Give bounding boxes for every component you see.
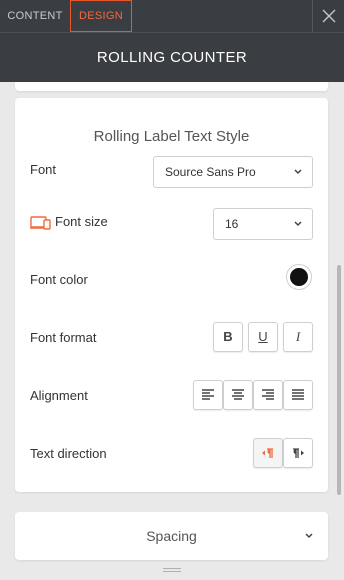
tab-design[interactable]: DESIGN bbox=[70, 0, 132, 32]
close-icon bbox=[322, 9, 336, 23]
align-left-icon bbox=[202, 389, 214, 400]
font-color-label: Font color bbox=[30, 272, 88, 287]
panel-header: ROLLING COUNTER bbox=[0, 32, 344, 82]
alignment-label: Alignment bbox=[30, 388, 88, 403]
chevron-down-icon bbox=[294, 221, 302, 227]
previous-section-card bbox=[15, 82, 328, 91]
chevron-down-icon bbox=[305, 533, 313, 539]
align-right-button[interactable] bbox=[253, 380, 283, 410]
align-left-button[interactable] bbox=[193, 380, 223, 410]
resize-handle-icon[interactable] bbox=[162, 567, 182, 573]
section-title: Rolling Label Text Style bbox=[93, 128, 250, 145]
align-center-icon bbox=[232, 389, 244, 400]
align-right-icon bbox=[262, 389, 274, 400]
font-color-swatch[interactable] bbox=[286, 264, 312, 290]
font-size-label: Font size bbox=[55, 214, 108, 229]
text-direction-rtl-button[interactable] bbox=[253, 438, 283, 468]
bold-button[interactable]: B bbox=[213, 322, 243, 352]
tab-content[interactable]: CONTENT bbox=[0, 0, 70, 32]
close-button[interactable] bbox=[312, 0, 344, 32]
spacing-section[interactable]: Spacing bbox=[15, 512, 328, 560]
underline-button[interactable]: U bbox=[248, 322, 278, 352]
font-size-value: 16 bbox=[225, 217, 239, 231]
chevron-down-icon bbox=[294, 169, 302, 175]
scrollbar-thumb[interactable] bbox=[337, 265, 341, 495]
color-dot bbox=[290, 268, 308, 286]
font-size-select[interactable]: 16 bbox=[213, 208, 313, 240]
text-direction-ltr-button[interactable] bbox=[283, 438, 313, 468]
font-select[interactable]: Source Sans Pro bbox=[153, 156, 313, 188]
font-format-label: Font format bbox=[30, 330, 97, 345]
italic-button[interactable]: I bbox=[283, 322, 313, 352]
text-direction-label: Text direction bbox=[30, 446, 107, 461]
ltr-paragraph-icon bbox=[293, 448, 304, 458]
panel-title: ROLLING COUNTER bbox=[96, 49, 248, 66]
rtl-paragraph-icon bbox=[262, 448, 273, 458]
top-tab-bar: CONTENT DESIGN bbox=[0, 0, 344, 32]
font-label: Font bbox=[30, 162, 57, 177]
spacing-label: Spacing bbox=[146, 528, 197, 544]
responsive-devices-icon[interactable] bbox=[30, 216, 52, 230]
align-center-button[interactable] bbox=[223, 380, 253, 410]
align-justify-button[interactable] bbox=[283, 380, 313, 410]
text-style-card: Rolling Label Text Style Font Source San… bbox=[15, 98, 328, 492]
align-justify-icon bbox=[292, 389, 304, 400]
font-select-value: Source Sans Pro bbox=[165, 165, 256, 179]
